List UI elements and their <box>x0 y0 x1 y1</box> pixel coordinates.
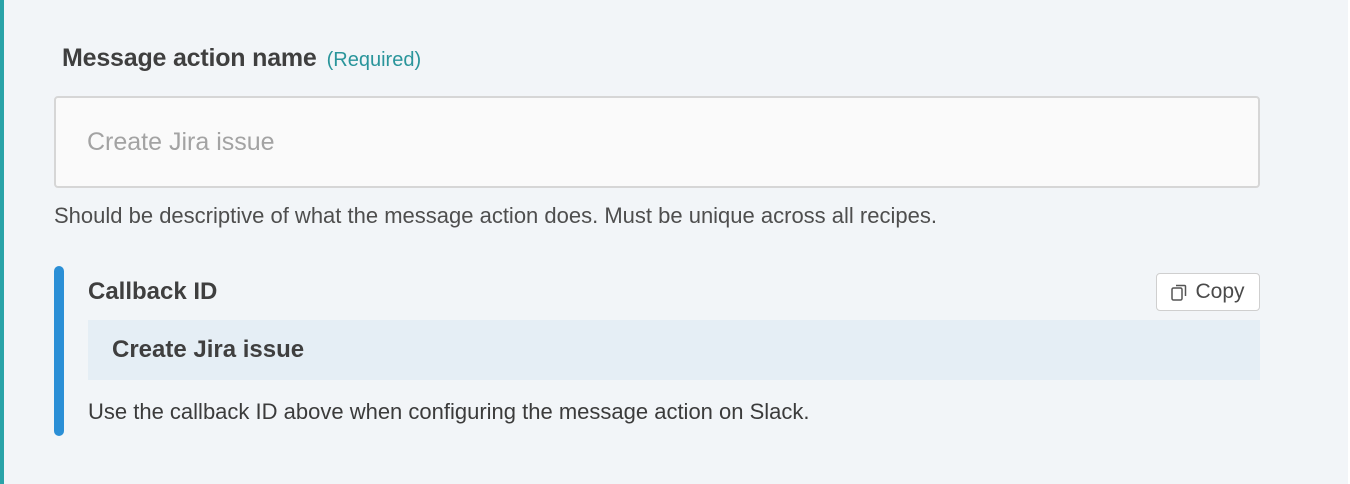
message-action-name-input[interactable] <box>54 96 1260 188</box>
field-help-text: Should be descriptive of what the messag… <box>54 203 937 228</box>
copy-button-label: Copy <box>1195 280 1245 303</box>
required-indicator: (Required) <box>326 49 422 71</box>
callback-id-value: Create Jira issue <box>112 336 305 363</box>
left-accent-bar <box>0 0 4 484</box>
field-label-title: Message action name <box>62 44 317 72</box>
copy-icon <box>1171 284 1187 301</box>
copy-button[interactable]: Copy <box>1156 273 1260 311</box>
callout-accent-bar <box>54 266 64 436</box>
callback-id-help-text: Use the callback ID above when configuri… <box>88 399 810 424</box>
callback-id-title: Callback ID <box>88 278 218 305</box>
field-label: Message action name (Required) <box>62 44 421 73</box>
callback-id-value-box: Create Jira issue <box>88 320 1260 380</box>
callback-id-panel: Callback ID Copy Create Jira issue Use t… <box>54 266 1260 436</box>
